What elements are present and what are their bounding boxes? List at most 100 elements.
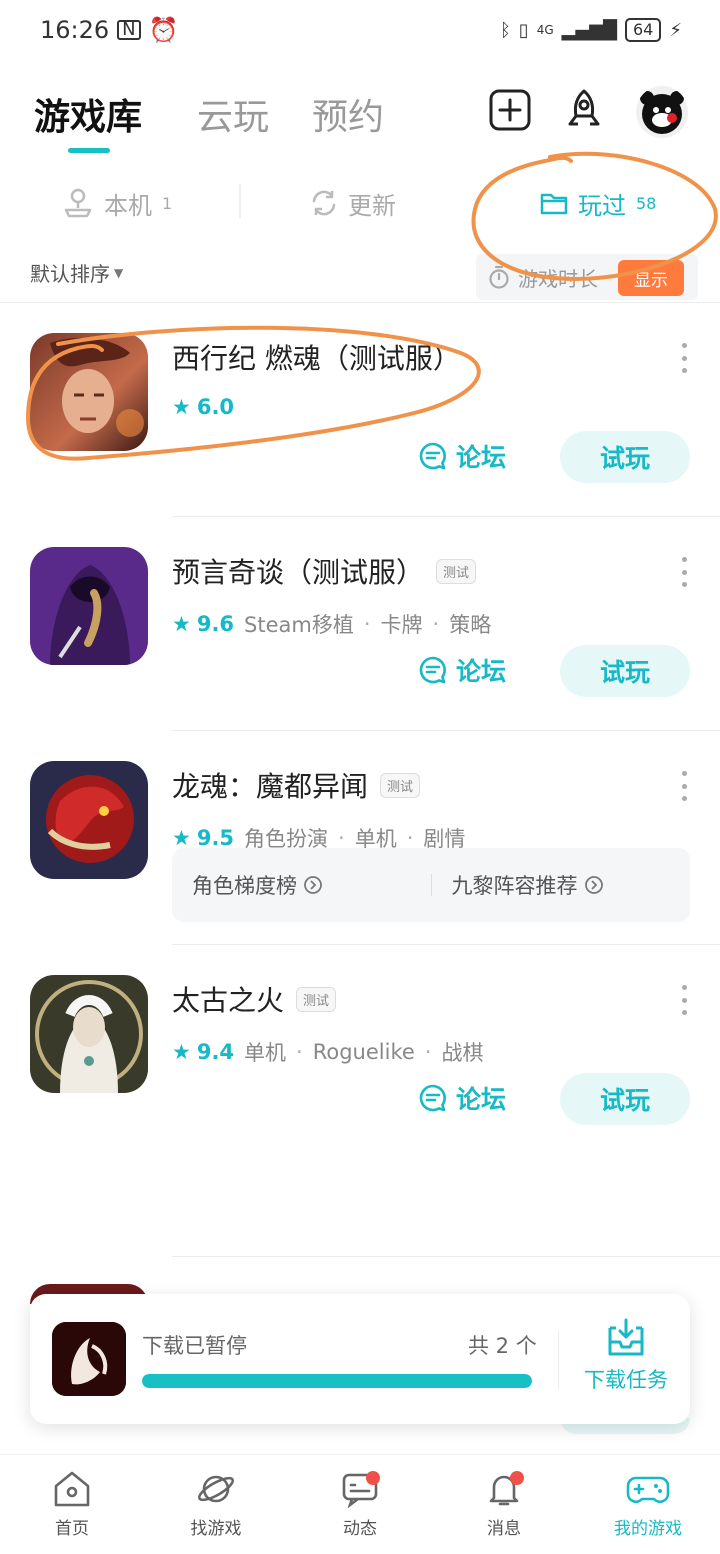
gamepad-icon bbox=[626, 1476, 670, 1503]
status-time: 16:26 bbox=[40, 16, 110, 44]
subtab-updates[interactable]: 更新 bbox=[310, 176, 396, 230]
nfc-icon: N bbox=[117, 20, 141, 40]
subtab-divider bbox=[239, 184, 241, 218]
star-icon: ★ bbox=[172, 612, 191, 636]
alarm-icon: ⏰ bbox=[148, 16, 179, 44]
more-menu-icon[interactable] bbox=[674, 343, 694, 373]
game-list: 西行纪 燃魂（测试服） ★ 6.0 论坛 试玩 预言奇谈（测试服） 测试 ★ 9.6… bbox=[0, 303, 720, 1257]
subtab-updates-label: 更新 bbox=[348, 191, 396, 220]
chat-bubble-icon bbox=[419, 442, 446, 470]
game-title[interactable]: 龙魂：魔都异闻 bbox=[172, 765, 368, 805]
game-card[interactable]: 西行纪 燃魂（测试服） ★ 6.0 论坛 试玩 bbox=[0, 303, 720, 517]
nav-my-games-label: 我的游戏 bbox=[614, 1519, 682, 1539]
game-quick-links: 角色梯度榜 九黎阵容推荐 bbox=[172, 848, 690, 922]
subtab-local[interactable]: 本机 1 bbox=[62, 176, 172, 230]
battery-level: 64 bbox=[625, 18, 662, 42]
game-icon[interactable] bbox=[30, 547, 148, 665]
divider bbox=[172, 1256, 720, 1257]
nav-home[interactable]: 首页 bbox=[0, 1455, 144, 1554]
game-meta: ★ 9.4 单机 · Roguelike · 战棋 bbox=[172, 1037, 483, 1067]
game-tag: 战棋 bbox=[441, 1041, 484, 1065]
add-icon[interactable] bbox=[488, 88, 532, 132]
forum-label: 论坛 bbox=[456, 1085, 507, 1114]
game-meta: ★ 6.0 bbox=[172, 395, 234, 419]
avatar[interactable] bbox=[636, 86, 688, 138]
try-play-button[interactable]: 试玩 bbox=[560, 645, 690, 697]
forum-button[interactable]: 论坛 bbox=[418, 643, 506, 697]
chevron-right-circle-icon bbox=[304, 876, 322, 894]
game-tag: 卡牌 bbox=[380, 613, 423, 637]
game-tag: 单机 bbox=[244, 1041, 287, 1065]
game-rating: ★ 9.4 bbox=[172, 1040, 234, 1064]
playtime-filter[interactable]: 游戏时长 显示 bbox=[476, 254, 698, 300]
try-play-button[interactable]: 试玩 bbox=[560, 1073, 690, 1125]
game-title-row: 预言奇谈（测试服） 测试 bbox=[172, 551, 477, 591]
game-card[interactable]: 预言奇谈（测试服） 测试 ★ 9.6 Steam移植 · 卡牌 · 策略 论坛 试… bbox=[0, 517, 720, 731]
top-nav: 游戏库 云玩 预约 bbox=[0, 80, 720, 153]
nav-feed[interactable]: 动态 bbox=[288, 1455, 432, 1554]
link-character-tier-list[interactable]: 角色梯度榜 bbox=[172, 870, 431, 900]
divider bbox=[558, 1330, 559, 1390]
test-badge: 测试 bbox=[436, 558, 477, 584]
star-icon: ★ bbox=[172, 395, 191, 419]
game-meta: ★ 9.6 Steam移植 · 卡牌 · 策略 bbox=[172, 609, 491, 639]
try-play-button[interactable]: 试玩 bbox=[560, 431, 690, 483]
test-badge: 测试 bbox=[380, 772, 421, 798]
game-card[interactable]: 太古之火 测试 ★ 9.4 单机 · Roguelike · 战棋 论坛 试玩 bbox=[0, 945, 720, 1257]
game-icon[interactable] bbox=[30, 333, 148, 451]
forum-button[interactable]: 论坛 bbox=[418, 429, 506, 483]
rating-value: 9.5 bbox=[196, 826, 235, 850]
status-bar: 16:26 N ⏰ ᛒ ▯ 4G ▂▄▆█ 64 ⚡ bbox=[0, 0, 720, 60]
rating-value: 9.4 bbox=[196, 1040, 235, 1064]
game-title[interactable]: 西行纪 燃魂（测试服） bbox=[172, 337, 461, 377]
sort-label: 默认排序 bbox=[30, 262, 110, 286]
sort-dropdown[interactable]: 默认排序 ▼ bbox=[30, 258, 123, 287]
link-label: 九黎阵容推荐 bbox=[451, 874, 578, 898]
game-rating: ★ 9.5 bbox=[172, 826, 234, 850]
subtab-played[interactable]: 玩过 58 bbox=[540, 176, 656, 230]
rocket-icon[interactable] bbox=[562, 88, 606, 132]
home-icon bbox=[54, 1471, 90, 1507]
chevron-right-circle-icon bbox=[584, 876, 603, 894]
stopwatch-icon bbox=[489, 265, 509, 289]
download-game-icon bbox=[52, 1322, 126, 1396]
game-title-row: 太古之火 测试 bbox=[172, 979, 337, 1019]
tab-cloud-play[interactable]: 云玩 bbox=[197, 88, 269, 140]
nav-home-label: 首页 bbox=[55, 1519, 89, 1539]
link-team-recommendation[interactable]: 九黎阵容推荐 bbox=[432, 870, 691, 900]
nav-find-games[interactable]: 找游戏 bbox=[144, 1455, 288, 1554]
nav-find-games-label: 找游戏 bbox=[190, 1519, 242, 1539]
game-icon[interactable] bbox=[30, 975, 148, 1093]
forum-button[interactable]: 论坛 bbox=[418, 1071, 506, 1125]
more-menu-icon[interactable] bbox=[674, 771, 694, 801]
download-tasks-button[interactable]: 下载任务 bbox=[578, 1318, 674, 1394]
link-label: 角色梯度榜 bbox=[192, 874, 297, 898]
subtab-played-label: 玩过 bbox=[578, 191, 626, 220]
signal-icon: ▂▄▆█ bbox=[561, 19, 617, 41]
game-icon[interactable] bbox=[30, 761, 148, 879]
playtime-filter-label: 游戏时长 bbox=[518, 266, 598, 291]
bluetooth-icon: ᛒ bbox=[499, 19, 511, 41]
nav-messages[interactable]: 消息 bbox=[432, 1455, 576, 1554]
download-panel[interactable]: 下载已暂停 共 2 个 下载任务 bbox=[30, 1294, 690, 1424]
charging-icon: ⚡ bbox=[669, 19, 682, 41]
game-title[interactable]: 太古之火 bbox=[172, 979, 284, 1019]
forum-label: 论坛 bbox=[456, 657, 507, 686]
nav-my-games[interactable]: 我的游戏 bbox=[576, 1455, 720, 1554]
tab-reservations[interactable]: 预约 bbox=[312, 88, 384, 140]
show-button[interactable]: 显示 bbox=[618, 260, 684, 296]
more-menu-icon[interactable] bbox=[674, 985, 694, 1015]
refresh-icon bbox=[312, 190, 336, 216]
chevron-down-icon: ▼ bbox=[114, 265, 124, 280]
planet-icon bbox=[197, 1475, 235, 1503]
download-count: 共 2 个 bbox=[468, 1334, 537, 1358]
game-title[interactable]: 预言奇谈（测试服） bbox=[172, 551, 424, 591]
chat-bubble-icon bbox=[419, 656, 446, 684]
subtab-local-label: 本机 bbox=[104, 191, 152, 220]
notification-dot bbox=[366, 1471, 380, 1485]
tab-game-library[interactable]: 游戏库 bbox=[34, 88, 142, 140]
more-menu-icon[interactable] bbox=[674, 557, 694, 587]
game-title-row: 西行纪 燃魂（测试服） bbox=[172, 337, 461, 377]
star-icon: ★ bbox=[172, 826, 191, 850]
download-tasks-label: 下载任务 bbox=[584, 1368, 668, 1392]
